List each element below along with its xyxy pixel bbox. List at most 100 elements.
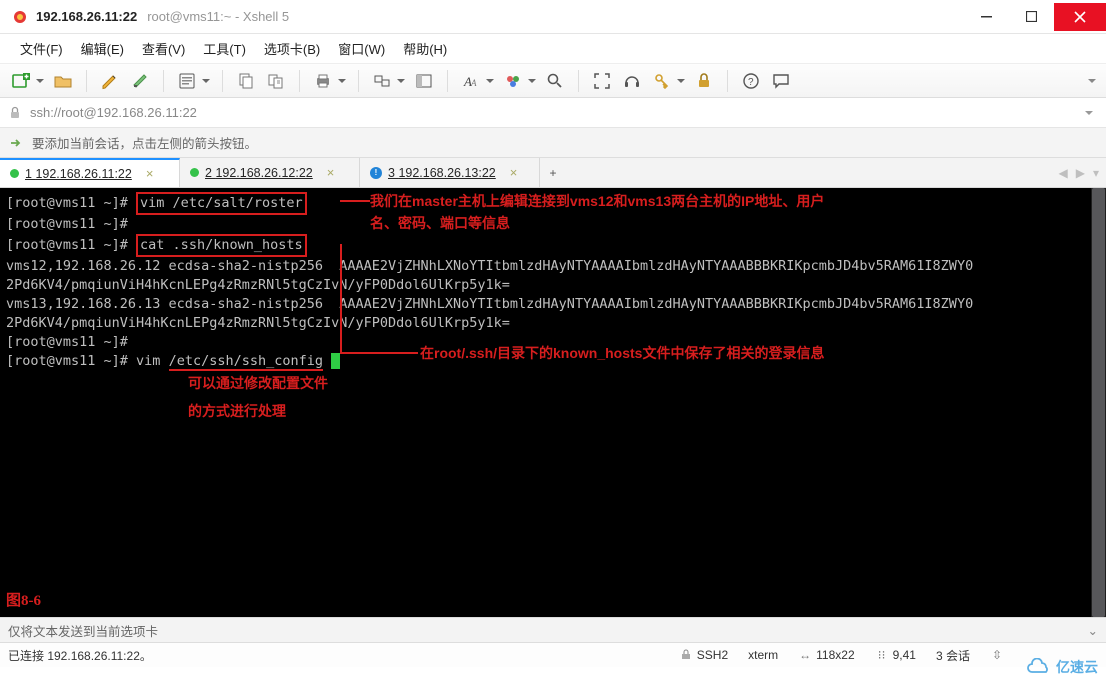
annotation-arrow-2h bbox=[340, 352, 418, 354]
menu-help[interactable]: 帮助(H) bbox=[395, 35, 455, 62]
send-target-dropdown[interactable]: ⌄ bbox=[1088, 623, 1098, 638]
font-dropdown[interactable] bbox=[484, 68, 496, 94]
terminal-output: vms13,192.168.26.13 ecdsa-sha2-nistp256 … bbox=[6, 295, 1100, 314]
send-target-bar[interactable]: 仅将文本发送到当前选项卡 ⌄ bbox=[0, 617, 1106, 643]
tab-close-icon[interactable]: × bbox=[327, 165, 335, 180]
ssh-icon bbox=[679, 648, 693, 662]
size-icon: ↔ bbox=[798, 648, 812, 662]
status-dot-info: ! bbox=[370, 167, 382, 179]
hint-bar: 要添加当前会话，点击左侧的箭头按钮。 bbox=[0, 128, 1106, 158]
window-controls bbox=[964, 3, 1106, 31]
copy-icon[interactable] bbox=[233, 68, 259, 94]
lock-icon[interactable] bbox=[691, 68, 717, 94]
print-icon[interactable] bbox=[310, 68, 336, 94]
color-icon[interactable] bbox=[500, 68, 526, 94]
status-ssh: SSH2 bbox=[697, 648, 728, 662]
status-cursor: 9,41 bbox=[893, 648, 916, 662]
sessions-dropdown[interactable] bbox=[395, 68, 407, 94]
open-icon[interactable] bbox=[50, 68, 76, 94]
session-tab-2[interactable]: 2 192.168.26.12:22 × bbox=[180, 158, 360, 187]
menu-tabs[interactable]: 选项卡(B) bbox=[256, 35, 328, 62]
menu-window[interactable]: 窗口(W) bbox=[330, 35, 393, 62]
toolbar: AA ? bbox=[0, 64, 1106, 98]
multi-paste-icon[interactable] bbox=[263, 68, 289, 94]
tab-next-icon[interactable]: ▶ bbox=[1073, 166, 1088, 180]
toolbar-separator bbox=[222, 70, 223, 92]
key-lock-icon[interactable] bbox=[649, 68, 675, 94]
titlebar: 192.168.26.11:22 root@vms11:~ - Xshell 5 bbox=[0, 0, 1106, 34]
maximize-button[interactable] bbox=[1009, 3, 1054, 31]
font-icon[interactable]: AA bbox=[458, 68, 484, 94]
tab-label: 1 192.168.26.11:22 bbox=[25, 167, 132, 181]
close-button[interactable] bbox=[1054, 3, 1106, 31]
new-session-icon[interactable] bbox=[8, 68, 34, 94]
chat-icon[interactable] bbox=[768, 68, 794, 94]
annotation-3: 可以通过修改配置文件 的方式进行处理 bbox=[188, 372, 328, 422]
highlight-cmd-roster: vim /etc/salt/roster bbox=[136, 192, 307, 215]
terminal-prompt: [root@vms11 ~]# bbox=[6, 237, 136, 253]
status-size: 118x22 bbox=[816, 648, 854, 662]
terminal-cursor bbox=[331, 353, 340, 369]
help-icon[interactable]: ? bbox=[738, 68, 764, 94]
cloud-icon bbox=[1026, 658, 1052, 676]
scrollbar-thumb[interactable] bbox=[1092, 188, 1105, 617]
address-input[interactable] bbox=[30, 105, 1078, 120]
watermark: 亿速云 bbox=[1026, 657, 1098, 677]
session-tab-1[interactable]: 1 192.168.26.11:22 × bbox=[0, 158, 180, 187]
key-lock-dropdown[interactable] bbox=[675, 68, 687, 94]
minimize-button[interactable] bbox=[964, 3, 1009, 31]
toolbar-separator bbox=[358, 70, 359, 92]
fullscreen-icon[interactable] bbox=[589, 68, 615, 94]
new-tab-button[interactable]: + bbox=[540, 158, 566, 187]
terminal-prompt: [root@vms11 ~]# bbox=[6, 353, 136, 369]
status-sessions: 3 会话 bbox=[930, 647, 976, 664]
color-dropdown[interactable] bbox=[526, 68, 538, 94]
toolbar-separator bbox=[727, 70, 728, 92]
tab-list-icon[interactable]: ▾ bbox=[1090, 166, 1102, 180]
session-tab-3[interactable]: ! 3 192.168.26.13:22 × bbox=[360, 158, 540, 187]
compose-icon[interactable] bbox=[97, 68, 123, 94]
send-target-label: 仅将文本发送到当前选项卡 bbox=[8, 621, 158, 640]
sidebar-icon[interactable] bbox=[411, 68, 437, 94]
toolbar-separator bbox=[86, 70, 87, 92]
tab-prev-icon[interactable]: ◀ bbox=[1056, 166, 1071, 180]
cursor-icon: ⁝⁝ bbox=[875, 648, 889, 662]
terminal-output: 2Pd6KV4/pmqiunViH4hKcnLEPg4zRmzRNl5tgCzI… bbox=[6, 276, 1100, 295]
app-icon bbox=[12, 9, 28, 25]
session-tabbar: 1 192.168.26.11:22 × 2 192.168.26.12:22 … bbox=[0, 158, 1106, 188]
chevron-up-down-icon[interactable]: ⇳ bbox=[990, 648, 1004, 662]
menu-view[interactable]: 查看(V) bbox=[134, 35, 193, 62]
tab-label: 2 192.168.26.12:22 bbox=[205, 166, 313, 180]
terminal[interactable]: [root@vms11 ~]# vim /etc/salt/roster [ro… bbox=[0, 188, 1106, 617]
sessions-icon[interactable] bbox=[369, 68, 395, 94]
properties-icon[interactable] bbox=[174, 68, 200, 94]
menu-edit[interactable]: 编辑(E) bbox=[73, 35, 132, 62]
paste-icon[interactable] bbox=[127, 68, 153, 94]
tab-close-icon[interactable]: × bbox=[510, 165, 518, 180]
toolbar-separator bbox=[299, 70, 300, 92]
watermark-text: 亿速云 bbox=[1056, 657, 1098, 677]
menu-tools[interactable]: 工具(T) bbox=[195, 35, 254, 62]
new-session-dropdown[interactable] bbox=[34, 68, 46, 94]
properties-dropdown[interactable] bbox=[200, 68, 212, 94]
highlight-cmd-knownhosts: cat .ssh/known_hosts bbox=[136, 234, 307, 257]
toolbar-overflow[interactable] bbox=[1086, 68, 1098, 94]
terminal-output: 2Pd6KV4/pmqiunViH4hKcnLEPg4zRmzRNl5tgCzI… bbox=[6, 314, 1100, 333]
tab-close-icon[interactable]: × bbox=[146, 166, 154, 181]
headset-icon[interactable] bbox=[619, 68, 645, 94]
toolbar-separator bbox=[447, 70, 448, 92]
print-dropdown[interactable] bbox=[336, 68, 348, 94]
highlight-path-sshconfig: /etc/ssh/ssh_config bbox=[169, 353, 323, 371]
svg-text:?: ? bbox=[748, 77, 754, 88]
svg-text:A: A bbox=[470, 78, 477, 88]
terminal-cmd: vim bbox=[136, 353, 169, 369]
tab-nav: ◀ ▶ ▾ bbox=[1056, 158, 1103, 187]
menubar: 文件(F) 编辑(E) 查看(V) 工具(T) 选项卡(B) 窗口(W) 帮助(… bbox=[0, 34, 1106, 64]
terminal-scrollbar[interactable] bbox=[1091, 188, 1106, 617]
annotation-arrow-1 bbox=[340, 200, 370, 202]
add-session-icon[interactable] bbox=[8, 135, 24, 151]
annotation-1: 我们在master主机上编辑连接到vms12和vms13两台主机的IP地址、用户… bbox=[370, 190, 824, 234]
address-dropdown[interactable] bbox=[1084, 108, 1100, 118]
menu-file[interactable]: 文件(F) bbox=[12, 35, 71, 62]
search-icon[interactable] bbox=[542, 68, 568, 94]
